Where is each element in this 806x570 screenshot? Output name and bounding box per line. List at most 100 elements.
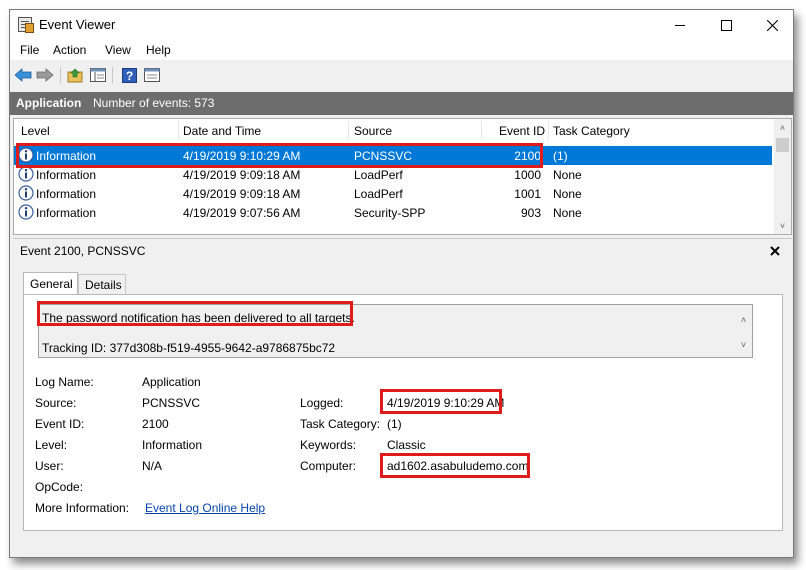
- opcode-label: OpCode:: [35, 480, 84, 494]
- message-scrollbar[interactable]: ˄ ˅: [735, 305, 752, 357]
- cell-date: 4/19/2019 9:07:56 AM: [183, 206, 301, 220]
- cell-source: LoadPerf: [354, 187, 403, 201]
- status-bar: [10, 543, 793, 557]
- information-icon: [18, 185, 34, 201]
- computer-label: Computer:: [300, 459, 357, 473]
- event-message-box[interactable]: The password notification has been deliv…: [38, 304, 753, 358]
- keywords-label: Keywords:: [300, 438, 357, 452]
- log-name-value: Application: [142, 375, 201, 389]
- menu-help[interactable]: Help: [146, 43, 171, 57]
- table-row[interactable]: Information 4/19/2019 9:09:18 AM LoadPer…: [14, 184, 772, 203]
- event-viewer-app-icon: [18, 17, 34, 33]
- logged-value: 4/19/2019 9:10:29 AM: [387, 396, 505, 410]
- title-bar[interactable]: Event Viewer: [10, 10, 793, 40]
- tab-general[interactable]: General: [23, 272, 78, 295]
- show-hide-tree-icon: [90, 68, 106, 82]
- task-category-label: Task Category:: [300, 417, 381, 431]
- level-value: Information: [142, 438, 203, 452]
- table-row[interactable]: Information 4/19/2019 9:07:56 AM Securit…: [14, 203, 772, 222]
- forward-button[interactable]: [36, 66, 54, 84]
- event-id-label: Event ID:: [35, 417, 85, 431]
- help-icon: ?: [121, 67, 137, 83]
- tracking-id: Tracking ID: 377d308b-f519-4955-9642-a97…: [42, 341, 336, 355]
- tab-details[interactable]: Details: [78, 274, 126, 294]
- table-row[interactable]: Information 4/19/2019 9:10:29 AM PCNSSVC…: [14, 146, 772, 165]
- general-tab-body: The password notification has been deliv…: [23, 294, 783, 531]
- level-label: Level:: [35, 438, 68, 452]
- back-arrow-icon: [14, 68, 32, 82]
- forward-arrow-icon: [36, 68, 54, 82]
- maximize-button[interactable]: [703, 10, 749, 40]
- cell-task-category: (1): [553, 149, 568, 163]
- event-message: The password notification has been deliv…: [42, 311, 355, 325]
- menu-view[interactable]: View: [105, 43, 131, 57]
- column-divider[interactable]: [178, 121, 179, 139]
- log-name: Application: [16, 96, 82, 110]
- cell-source: Security-SPP: [354, 206, 426, 220]
- cell-source: LoadPerf: [354, 168, 403, 182]
- event-log-online-help-link[interactable]: Event Log Online Help: [145, 501, 265, 515]
- toolbar-separator: [112, 67, 113, 83]
- cell-task-category: None: [553, 206, 582, 220]
- close-icon[interactable]: [768, 244, 782, 258]
- properties-button[interactable]: [143, 66, 161, 84]
- logged-label: Logged:: [300, 396, 344, 410]
- close-window-button[interactable]: [749, 10, 793, 40]
- column-header-source[interactable]: Source: [354, 124, 392, 138]
- more-information-label: More Information:: [35, 501, 130, 515]
- cell-date: 4/19/2019 9:09:18 AM: [183, 168, 301, 182]
- cell-task-category: None: [553, 168, 582, 182]
- cell-event-id: 903: [520, 206, 541, 220]
- column-header-event-id[interactable]: Event ID: [499, 124, 545, 138]
- cell-level: Information: [36, 206, 97, 220]
- scroll-up-icon[interactable]: ˄: [774, 119, 791, 136]
- cell-level: Information: [36, 149, 97, 163]
- event-detail-title: Event 2100, PCNSSVC: [20, 244, 146, 258]
- event-list-scrollbar[interactable]: ˄ ˅: [774, 119, 791, 234]
- task-category-value: (1): [387, 417, 402, 431]
- menu-bar: File Action View Help: [10, 40, 793, 60]
- scroll-down-icon[interactable]: ˅: [774, 217, 791, 234]
- column-header-task-category[interactable]: Task Category: [553, 124, 630, 138]
- scroll-up-icon[interactable]: ˄: [735, 311, 752, 328]
- column-header-date[interactable]: Date and Time: [183, 124, 261, 138]
- svg-text:?: ?: [125, 69, 132, 83]
- column-header-level[interactable]: Level: [21, 124, 50, 138]
- log-name-label: Log Name:: [35, 375, 94, 389]
- table-row[interactable]: Information 4/19/2019 9:09:18 AM LoadPer…: [14, 165, 772, 184]
- user-label: User:: [35, 459, 64, 473]
- user-value: N/A: [142, 459, 163, 473]
- back-button[interactable]: [14, 66, 32, 84]
- cell-event-id: 1000: [514, 168, 541, 182]
- cell-event-id: 2100: [514, 149, 541, 163]
- window-title: Event Viewer: [39, 17, 116, 32]
- keywords-value: Classic: [387, 438, 426, 452]
- event-count: Number of events: 573: [93, 96, 215, 110]
- folder-up-icon: [67, 68, 82, 82]
- column-divider[interactable]: [481, 121, 482, 139]
- up-one-level-button[interactable]: [66, 66, 84, 84]
- cell-level: Information: [36, 187, 97, 201]
- source-value: PCNSSVC: [142, 396, 201, 410]
- source-label: Source:: [35, 396, 77, 410]
- help-button[interactable]: ?: [120, 66, 138, 84]
- cell-source: PCNSSVC: [354, 149, 413, 163]
- column-divider[interactable]: [548, 121, 549, 139]
- information-icon: [18, 166, 34, 182]
- toolbar-separator: [60, 67, 61, 83]
- minimize-button[interactable]: [657, 10, 703, 40]
- computer-value: ad1602.asabuludemo.com: [387, 459, 529, 473]
- information-icon: [18, 147, 34, 163]
- scroll-thumb[interactable]: [776, 138, 789, 152]
- column-divider[interactable]: [348, 121, 349, 139]
- cell-date: 4/19/2019 9:10:29 AM: [183, 149, 301, 163]
- close-icon: [766, 19, 778, 31]
- event-viewer-window: Event Viewer File Action View Help ? App…: [9, 9, 794, 558]
- toolbar: ?: [10, 62, 793, 88]
- cell-event-id: 1001: [514, 187, 541, 201]
- menu-file[interactable]: File: [20, 43, 39, 57]
- show-hide-console-tree-button[interactable]: [89, 66, 107, 84]
- event-list: Level Date and Time Source Event ID Task…: [13, 118, 792, 235]
- scroll-down-icon[interactable]: ˅: [735, 336, 752, 353]
- menu-action[interactable]: Action: [53, 43, 86, 57]
